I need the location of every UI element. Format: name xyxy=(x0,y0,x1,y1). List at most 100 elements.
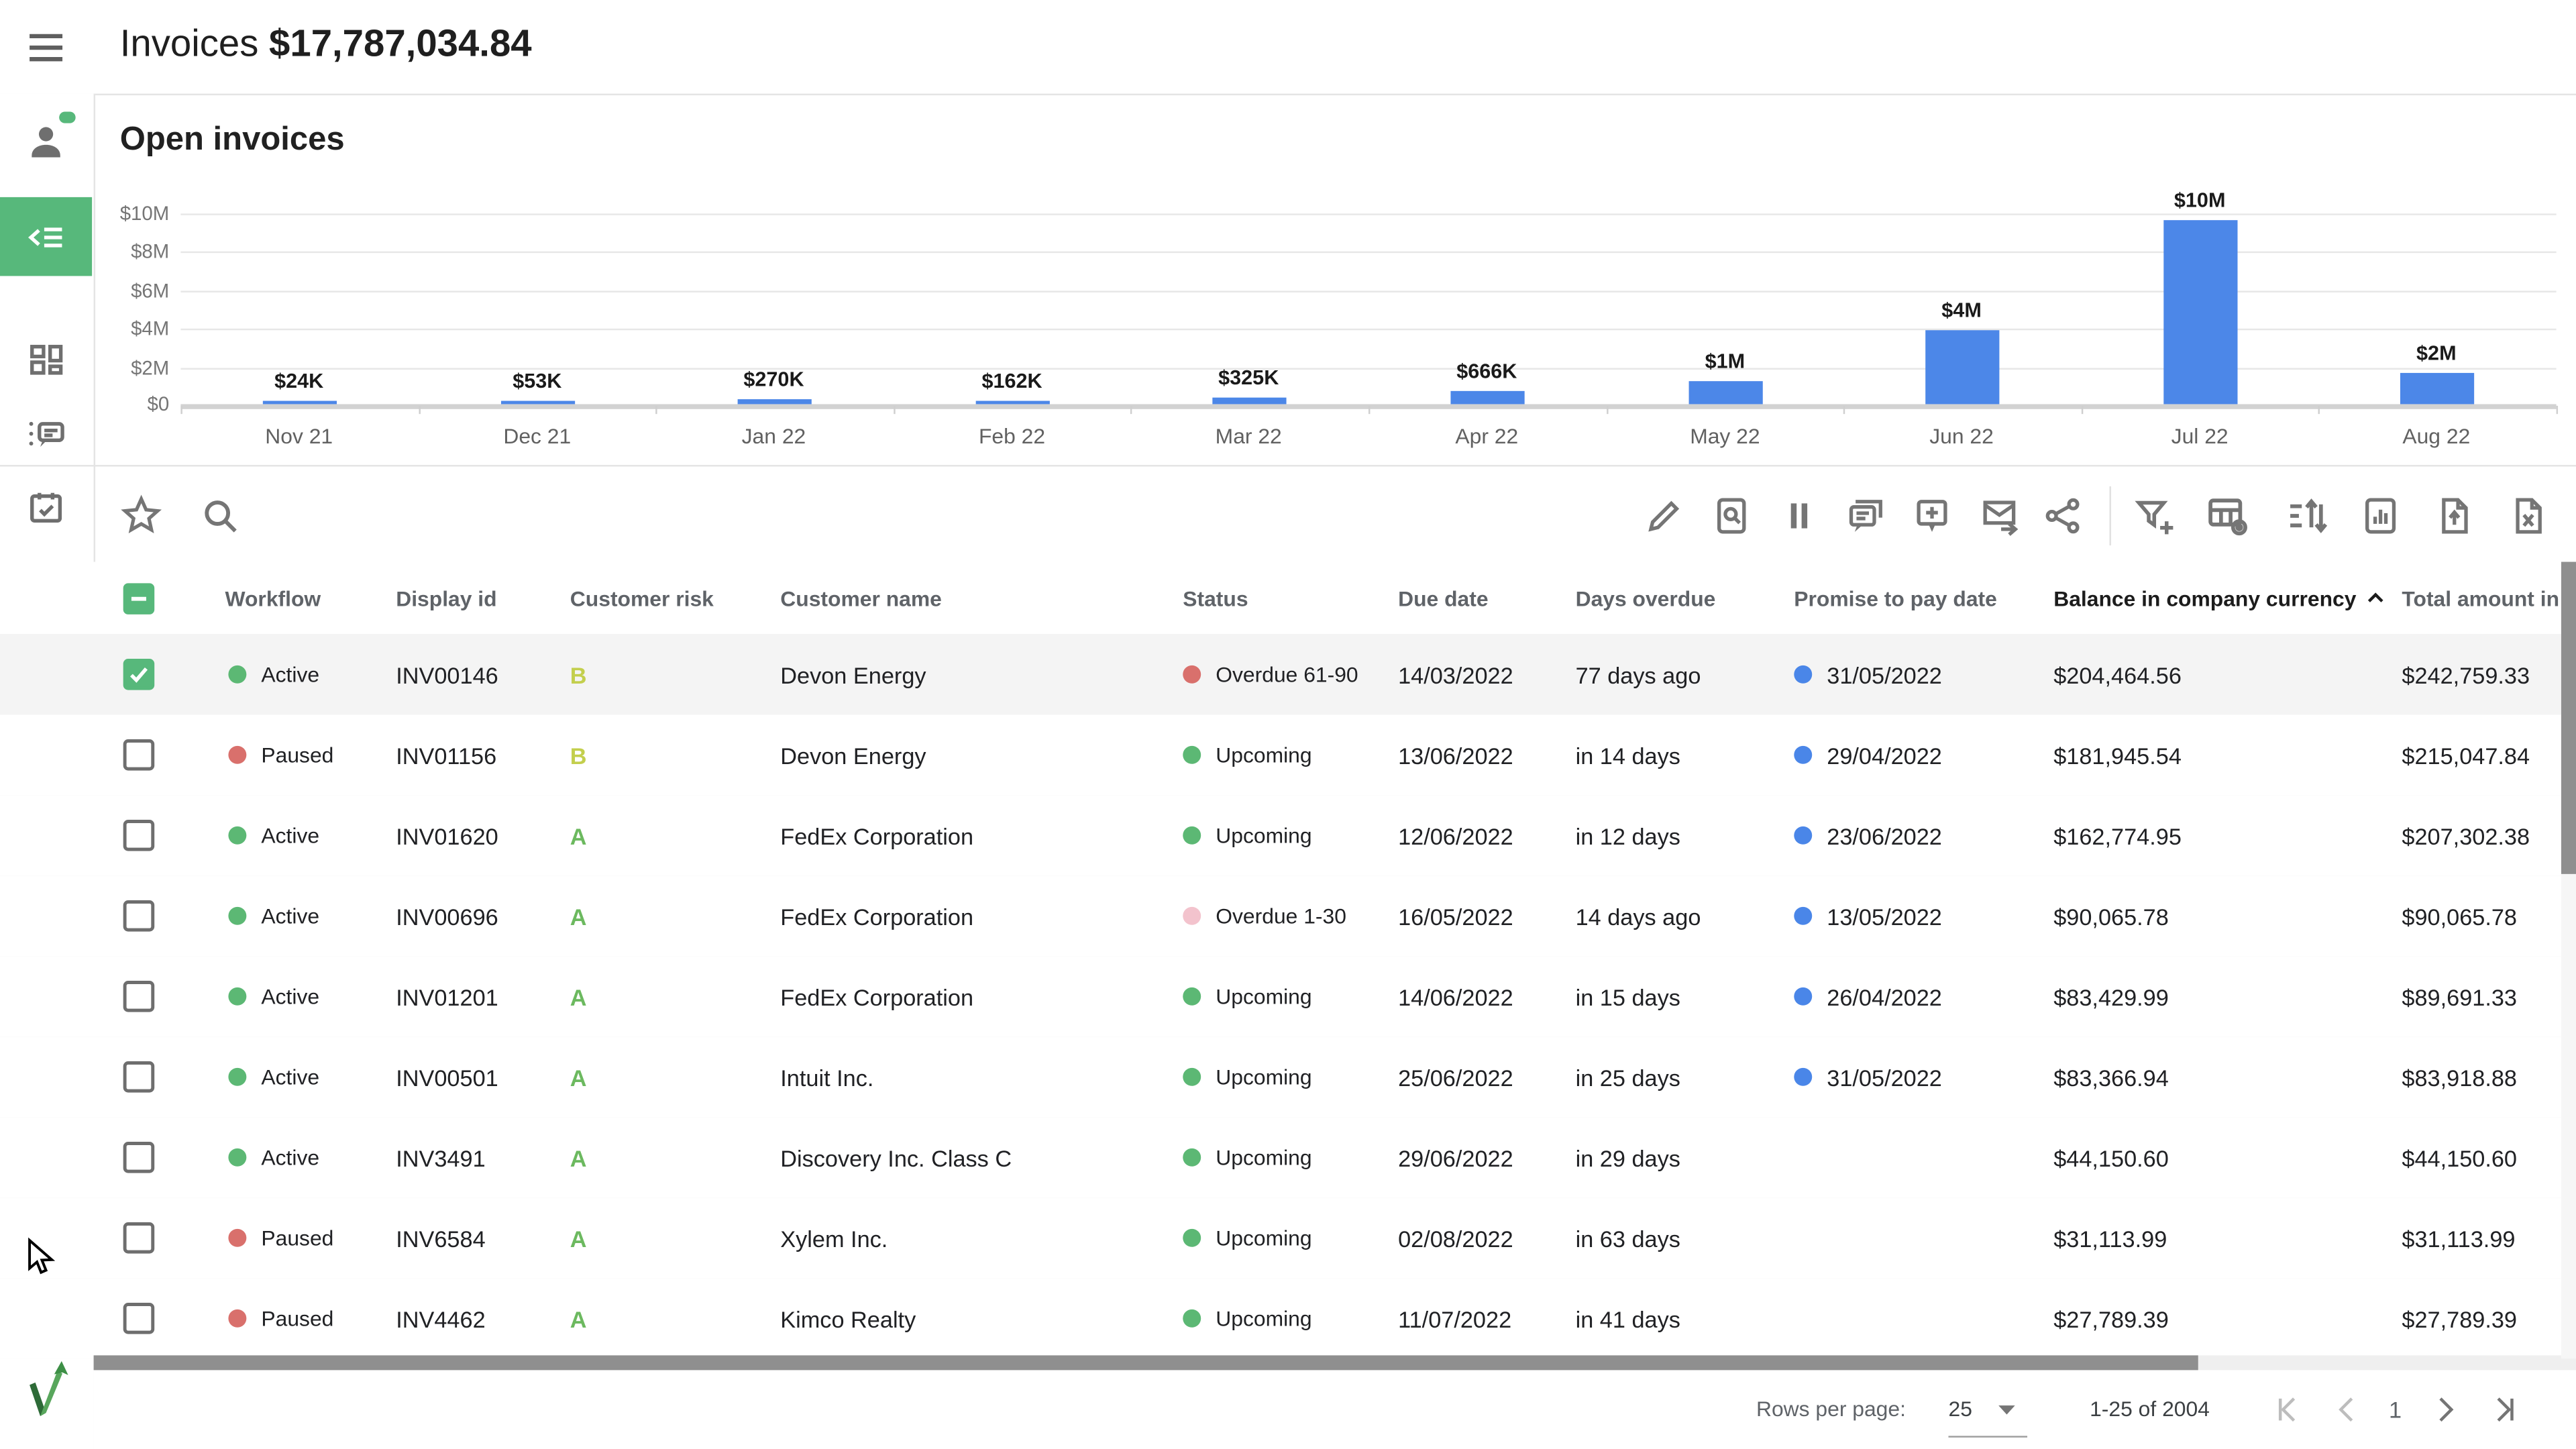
add-comment-icon[interactable] xyxy=(1907,491,1956,540)
bar-value-label: $666K xyxy=(1413,360,1560,382)
column-header-status[interactable]: Status xyxy=(1183,562,1248,635)
x-axis-label: Nov 21 xyxy=(217,424,381,449)
row-checkbox[interactable] xyxy=(123,714,155,795)
rows-per-page-label: Rows per page: xyxy=(1756,1397,1906,1421)
column-header-customer-name[interactable]: Customer name xyxy=(780,562,942,635)
row-checkbox[interactable] xyxy=(123,795,155,875)
table-row[interactable]: Active INV3491 A Discovery Inc. Class C … xyxy=(0,1117,2576,1199)
bar-value-label: $325K xyxy=(1175,366,1322,389)
sort-ascending-caret-icon xyxy=(2366,588,2385,608)
first-page-button[interactable] xyxy=(2265,1387,2312,1433)
row-checkbox[interactable] xyxy=(123,1278,155,1358)
x-axis-label: Jan 22 xyxy=(692,424,856,449)
top-bar: Invoices $17,787,034.84 xyxy=(0,0,2576,95)
column-header-due-date[interactable]: Due date xyxy=(1398,562,1488,635)
workflow-active-dot xyxy=(228,1068,246,1086)
table-settings-icon[interactable] xyxy=(2203,491,2252,540)
status-overdue-light-dot xyxy=(1183,907,1201,925)
column-header-days-overdue[interactable]: Days overdue xyxy=(1576,562,1716,635)
y-axis-tick: $10M xyxy=(70,202,169,225)
bar-mar-22[interactable] xyxy=(1212,398,1286,405)
x-axis-label: Jun 22 xyxy=(1880,424,2044,449)
table-row[interactable]: Active INV01201 A FedEx Corporation Upco… xyxy=(0,956,2576,1038)
x-axis-label: Apr 22 xyxy=(1405,424,1569,449)
open-invoices-bar-chart: $10M $8M $6M $4M $2M $0 $24K $53K $270K … xyxy=(0,197,2576,464)
table-row[interactable]: Paused INV6584 A Xylem Inc. Upcoming 02/… xyxy=(0,1197,2576,1279)
pause-icon[interactable] xyxy=(1774,491,1823,540)
toolbar-divider xyxy=(2109,486,2110,545)
edit-icon[interactable] xyxy=(1640,491,1688,540)
rows-per-page-select[interactable]: 25 xyxy=(1948,1397,2027,1421)
excel-export-icon[interactable] xyxy=(2504,491,2553,540)
bar-dec-21[interactable] xyxy=(501,401,575,405)
comments-icon[interactable] xyxy=(1841,491,1890,540)
column-header-customer-risk[interactable]: Customer risk xyxy=(570,562,714,635)
bar-jul-22[interactable] xyxy=(2163,220,2237,404)
bar-value-label: $162K xyxy=(938,370,1085,392)
select-all-checkbox[interactable] xyxy=(123,562,155,635)
search-icon[interactable] xyxy=(195,491,244,540)
column-header-balance-sorted[interactable]: Balance in company currency xyxy=(2053,562,2385,635)
previous-page-button[interactable] xyxy=(2324,1387,2371,1433)
bar-may-22[interactable] xyxy=(1689,381,1763,404)
row-checkbox[interactable] xyxy=(123,956,155,1036)
column-header-promise-date[interactable]: Promise to pay date xyxy=(1794,562,1997,635)
horizontal-scrollbar-thumb[interactable] xyxy=(94,1355,2198,1370)
bar-jun-22[interactable] xyxy=(1925,330,1999,404)
pagination-range: 1-25 of 2004 xyxy=(2090,1397,2210,1421)
row-checkbox[interactable] xyxy=(123,1197,155,1278)
favorite-star-icon[interactable] xyxy=(117,491,166,540)
column-header-display-id[interactable]: Display id xyxy=(396,562,496,635)
total-amount: $17,787,034.84 xyxy=(269,21,532,64)
row-checkbox[interactable] xyxy=(123,875,155,956)
pagination-bar: Rows per page: 25 1-25 of 2004 1 xyxy=(94,1370,2576,1449)
y-axis-tick: $2M xyxy=(70,356,169,379)
row-checkbox[interactable] xyxy=(123,634,155,714)
table-row[interactable]: Active INV00146 B Devon Energy Overdue 6… xyxy=(0,634,2576,716)
status-upcoming-dot xyxy=(1183,1148,1201,1167)
y-axis-tick: $6M xyxy=(70,279,169,302)
table-row[interactable]: Paused INV4462 A Kimco Realty Upcoming 1… xyxy=(0,1278,2576,1358)
table-row[interactable]: Active INV01620 A FedEx Corporation Upco… xyxy=(0,795,2576,877)
vertical-scrollbar[interactable] xyxy=(2561,562,2576,1359)
status-upcoming-dot xyxy=(1183,987,1201,1006)
brand-checkmark-logo xyxy=(23,1357,78,1433)
next-page-button[interactable] xyxy=(2422,1387,2468,1433)
y-axis-tick: $8M xyxy=(70,240,169,263)
row-checkbox[interactable] xyxy=(123,1036,155,1117)
hamburger-menu-icon[interactable] xyxy=(26,28,66,68)
export-file-icon[interactable] xyxy=(2430,491,2479,540)
status-upcoming-dot xyxy=(1183,1068,1201,1086)
share-icon[interactable] xyxy=(2039,491,2088,540)
workflow-paused-dot xyxy=(228,1229,246,1247)
row-checkbox[interactable] xyxy=(123,1117,155,1197)
add-filter-icon[interactable] xyxy=(2129,491,2178,540)
gridline xyxy=(180,213,2556,215)
bar-value-label: $10M xyxy=(2126,189,2273,212)
y-axis-tick: $0 xyxy=(70,392,169,415)
bar-feb-22[interactable] xyxy=(976,401,1050,405)
workflow-active-dot xyxy=(228,987,246,1006)
chart-panel-icon[interactable] xyxy=(2356,491,2405,540)
table-row[interactable]: Paused INV01156 B Devon Energy Upcoming … xyxy=(0,714,2576,796)
document-preview-icon[interactable] xyxy=(1707,491,1756,540)
bar-aug-22[interactable] xyxy=(2400,373,2474,405)
bar-jan-22[interactable] xyxy=(738,399,812,404)
last-page-button[interactable] xyxy=(2481,1387,2527,1433)
vertical-scrollbar-thumb[interactable] xyxy=(2561,562,2576,874)
table-row[interactable]: Active INV00501 A Intuit Inc. Upcoming 2… xyxy=(0,1036,2576,1118)
column-header-total[interactable]: Total amount in c xyxy=(2402,562,2576,635)
x-axis-label: Feb 22 xyxy=(930,424,1094,449)
table-row[interactable]: Active INV00696 A FedEx Corporation Over… xyxy=(0,875,2576,957)
bar-apr-22[interactable] xyxy=(1450,391,1524,405)
bar-nov-21[interactable] xyxy=(263,401,337,405)
horizontal-scrollbar[interactable] xyxy=(94,1355,2576,1370)
promise-date-dot xyxy=(1794,907,1812,925)
send-email-icon[interactable] xyxy=(1975,491,2024,540)
sort-rows-icon[interactable] xyxy=(2282,491,2331,540)
status-upcoming-dot xyxy=(1183,746,1201,764)
column-header-workflow[interactable]: Workflow xyxy=(225,562,321,635)
section-title: Open invoices xyxy=(120,121,345,159)
x-axis-label: Aug 22 xyxy=(2354,424,2518,449)
sidebar-item-profile[interactable] xyxy=(0,103,92,177)
